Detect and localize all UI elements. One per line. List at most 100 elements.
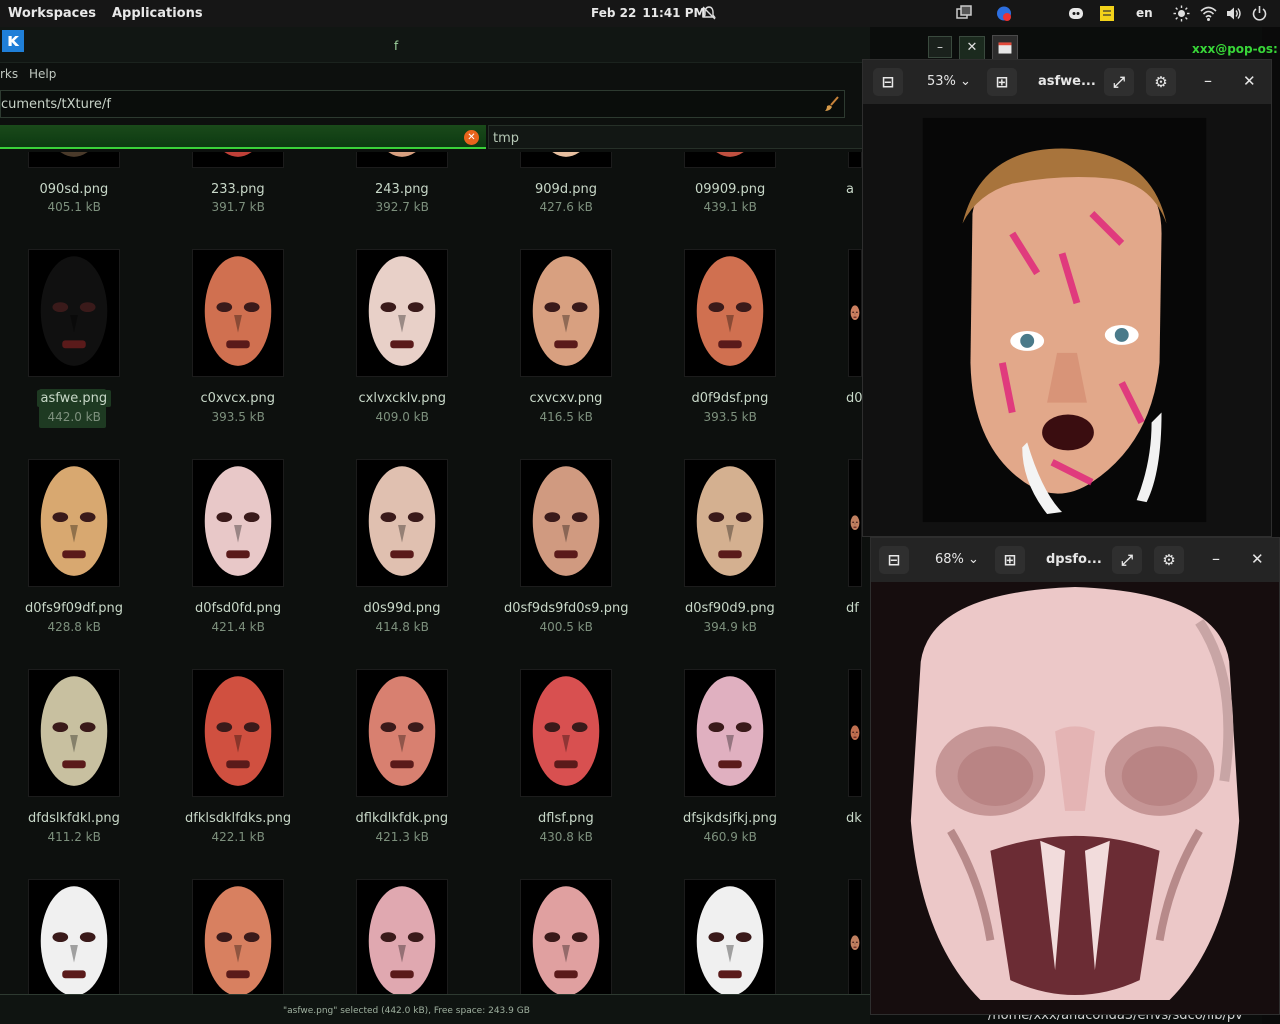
fullscreen-button[interactable]: ⤢ [1112, 546, 1142, 574]
keyboard-layout[interactable]: en [1136, 6, 1153, 20]
minimize-icon[interactable]: – [1204, 71, 1212, 90]
menu-help[interactable]: Help [29, 67, 56, 81]
file-thumbnail[interactable] [356, 249, 448, 377]
clock[interactable]: Feb 22 11:41 PM [591, 6, 705, 20]
file-name[interactable]: d0sf90d9.png [685, 601, 775, 616]
file-thumbnail[interactable] [848, 249, 862, 377]
file-thumbnail[interactable] [28, 249, 120, 377]
brush-icon[interactable] [824, 96, 840, 112]
viewer-title: dpsfo... [1046, 552, 1102, 567]
browser-icon[interactable] [995, 5, 1013, 22]
tab-tmp[interactable]: tmp [488, 125, 870, 149]
file-name[interactable]: a [846, 182, 854, 197]
settings-button[interactable]: ⚙ [1154, 546, 1184, 574]
close-button[interactable]: ✕ [959, 36, 985, 60]
applications-button[interactable]: Applications [112, 6, 203, 21]
file-thumbnail[interactable] [848, 669, 862, 797]
settings-button[interactable]: ⚙ [1146, 68, 1176, 96]
file-thumbnail[interactable] [684, 459, 776, 587]
file-thumbnail[interactable] [28, 669, 120, 797]
file-name[interactable]: cxvcxv.png [530, 391, 603, 406]
file-thumbnail[interactable] [848, 152, 862, 168]
file-thumbnail[interactable] [192, 152, 284, 168]
file-name[interactable]: 09909.png [695, 182, 765, 197]
file-thumbnail[interactable] [520, 459, 612, 587]
discord-icon[interactable] [1067, 5, 1085, 22]
file-name[interactable]: 243.png [375, 182, 429, 197]
file-thumbnail[interactable] [28, 879, 120, 994]
file-thumbnail[interactable] [848, 879, 862, 994]
file-name[interactable]: dkfl [846, 811, 862, 826]
viewer-2-header[interactable]: ⊟ 68% ⌄ ⊞ dpsfo... ⤢ ⚙ – ✕ [871, 538, 1279, 582]
location-bar[interactable]: cuments/tXture/f [0, 90, 845, 118]
file-thumbnail[interactable] [684, 669, 776, 797]
file-name[interactable]: d0 [846, 391, 862, 406]
file-thumbnail[interactable] [520, 879, 612, 994]
bell-slash-icon[interactable] [701, 5, 717, 21]
zoom-in-button[interactable]: ⊞ [995, 546, 1025, 574]
face-mask-image [357, 880, 447, 994]
file-name[interactable]: cxlvxcklv.png [359, 391, 446, 406]
window-menu-button[interactable] [992, 35, 1018, 61]
file-manager-titlebar[interactable]: ĸ f – [0, 27, 952, 63]
file-thumbnail[interactable] [356, 152, 448, 168]
note-icon[interactable] [1099, 5, 1115, 22]
zoom-level[interactable]: 53% ⌄ [927, 68, 971, 96]
viewer-1-image[interactable] [863, 104, 1271, 536]
file-thumbnail[interactable] [28, 459, 120, 587]
close-tab-icon[interactable]: ✕ [464, 130, 479, 145]
fullscreen-button[interactable]: ⤢ [1104, 68, 1134, 96]
file-thumbnail[interactable] [684, 879, 776, 994]
viewer-2-image[interactable] [871, 582, 1279, 1014]
zoom-out-button[interactable]: ⊟ [879, 546, 909, 574]
viewer-1-header[interactable]: ⊟ 53% ⌄ ⊞ asfwe... ⤢ ⚙ – ✕ [863, 60, 1271, 104]
file-name[interactable]: d0s99d.png [364, 601, 441, 616]
file-name[interactable]: dflsf.png [538, 811, 594, 826]
file-thumbnail[interactable] [684, 152, 776, 168]
file-name[interactable]: dfsjkdsjfkj.png [683, 811, 777, 826]
file-name[interactable]: c0xvcx.png [201, 391, 276, 406]
file-name[interactable]: d0fsd0fd.png [195, 601, 281, 616]
zoom-out-button[interactable]: ⊟ [873, 68, 903, 96]
file-thumbnail[interactable] [520, 249, 612, 377]
file-thumbnail[interactable] [192, 249, 284, 377]
clock-date: Feb 22 [591, 6, 637, 20]
power-icon[interactable] [1251, 5, 1268, 22]
file-thumbnail[interactable] [192, 879, 284, 994]
close-icon[interactable]: ✕ [1251, 550, 1264, 568]
file-thumbnail[interactable] [356, 459, 448, 587]
close-icon[interactable]: ✕ [1243, 72, 1256, 90]
file-name[interactable]: dfdslkfdkl.png [28, 811, 120, 826]
file-name[interactable]: d0sf9ds9fd0s9.png [504, 601, 628, 616]
menu-bookmarks[interactable]: rks [0, 67, 18, 81]
file-name[interactable]: d0fs9f09df.png [25, 601, 123, 616]
file-thumbnail[interactable] [520, 669, 612, 797]
file-name[interactable]: dfklsdklfdks.png [185, 811, 291, 826]
file-thumbnail[interactable] [192, 459, 284, 587]
file-thumbnail[interactable] [28, 152, 120, 168]
wifi-icon[interactable] [1200, 5, 1217, 22]
file-name[interactable]: dflkdlkfdk.png [356, 811, 449, 826]
face-mask-image [849, 514, 861, 532]
volume-icon[interactable] [1225, 5, 1242, 22]
file-name[interactable]: d0f9dsf.png [692, 391, 769, 406]
workspaces-button[interactable]: Workspaces [8, 6, 96, 21]
minimize-button[interactable]: – [928, 36, 952, 58]
file-name[interactable]: 090sd.png [40, 182, 109, 197]
zoom-level[interactable]: 68% ⌄ [935, 546, 979, 574]
tab-current[interactable]: ✕ [0, 125, 486, 149]
window-list-icon[interactable] [955, 5, 973, 22]
file-thumbnail[interactable] [356, 879, 448, 994]
file-thumbnail[interactable] [520, 152, 612, 168]
file-thumbnail[interactable] [848, 459, 862, 587]
file-name[interactable]: 909d.png [535, 182, 597, 197]
zoom-in-button[interactable]: ⊞ [987, 68, 1017, 96]
file-thumbnail[interactable] [192, 669, 284, 797]
file-thumbnail[interactable] [356, 669, 448, 797]
minimize-icon[interactable]: – [1212, 549, 1220, 568]
file-name[interactable]: asfwe.png [36, 390, 112, 407]
file-thumbnail[interactable] [684, 249, 776, 377]
file-name[interactable]: 233.png [211, 182, 265, 197]
brightness-icon[interactable] [1173, 5, 1190, 22]
file-name[interactable]: df [846, 601, 859, 616]
